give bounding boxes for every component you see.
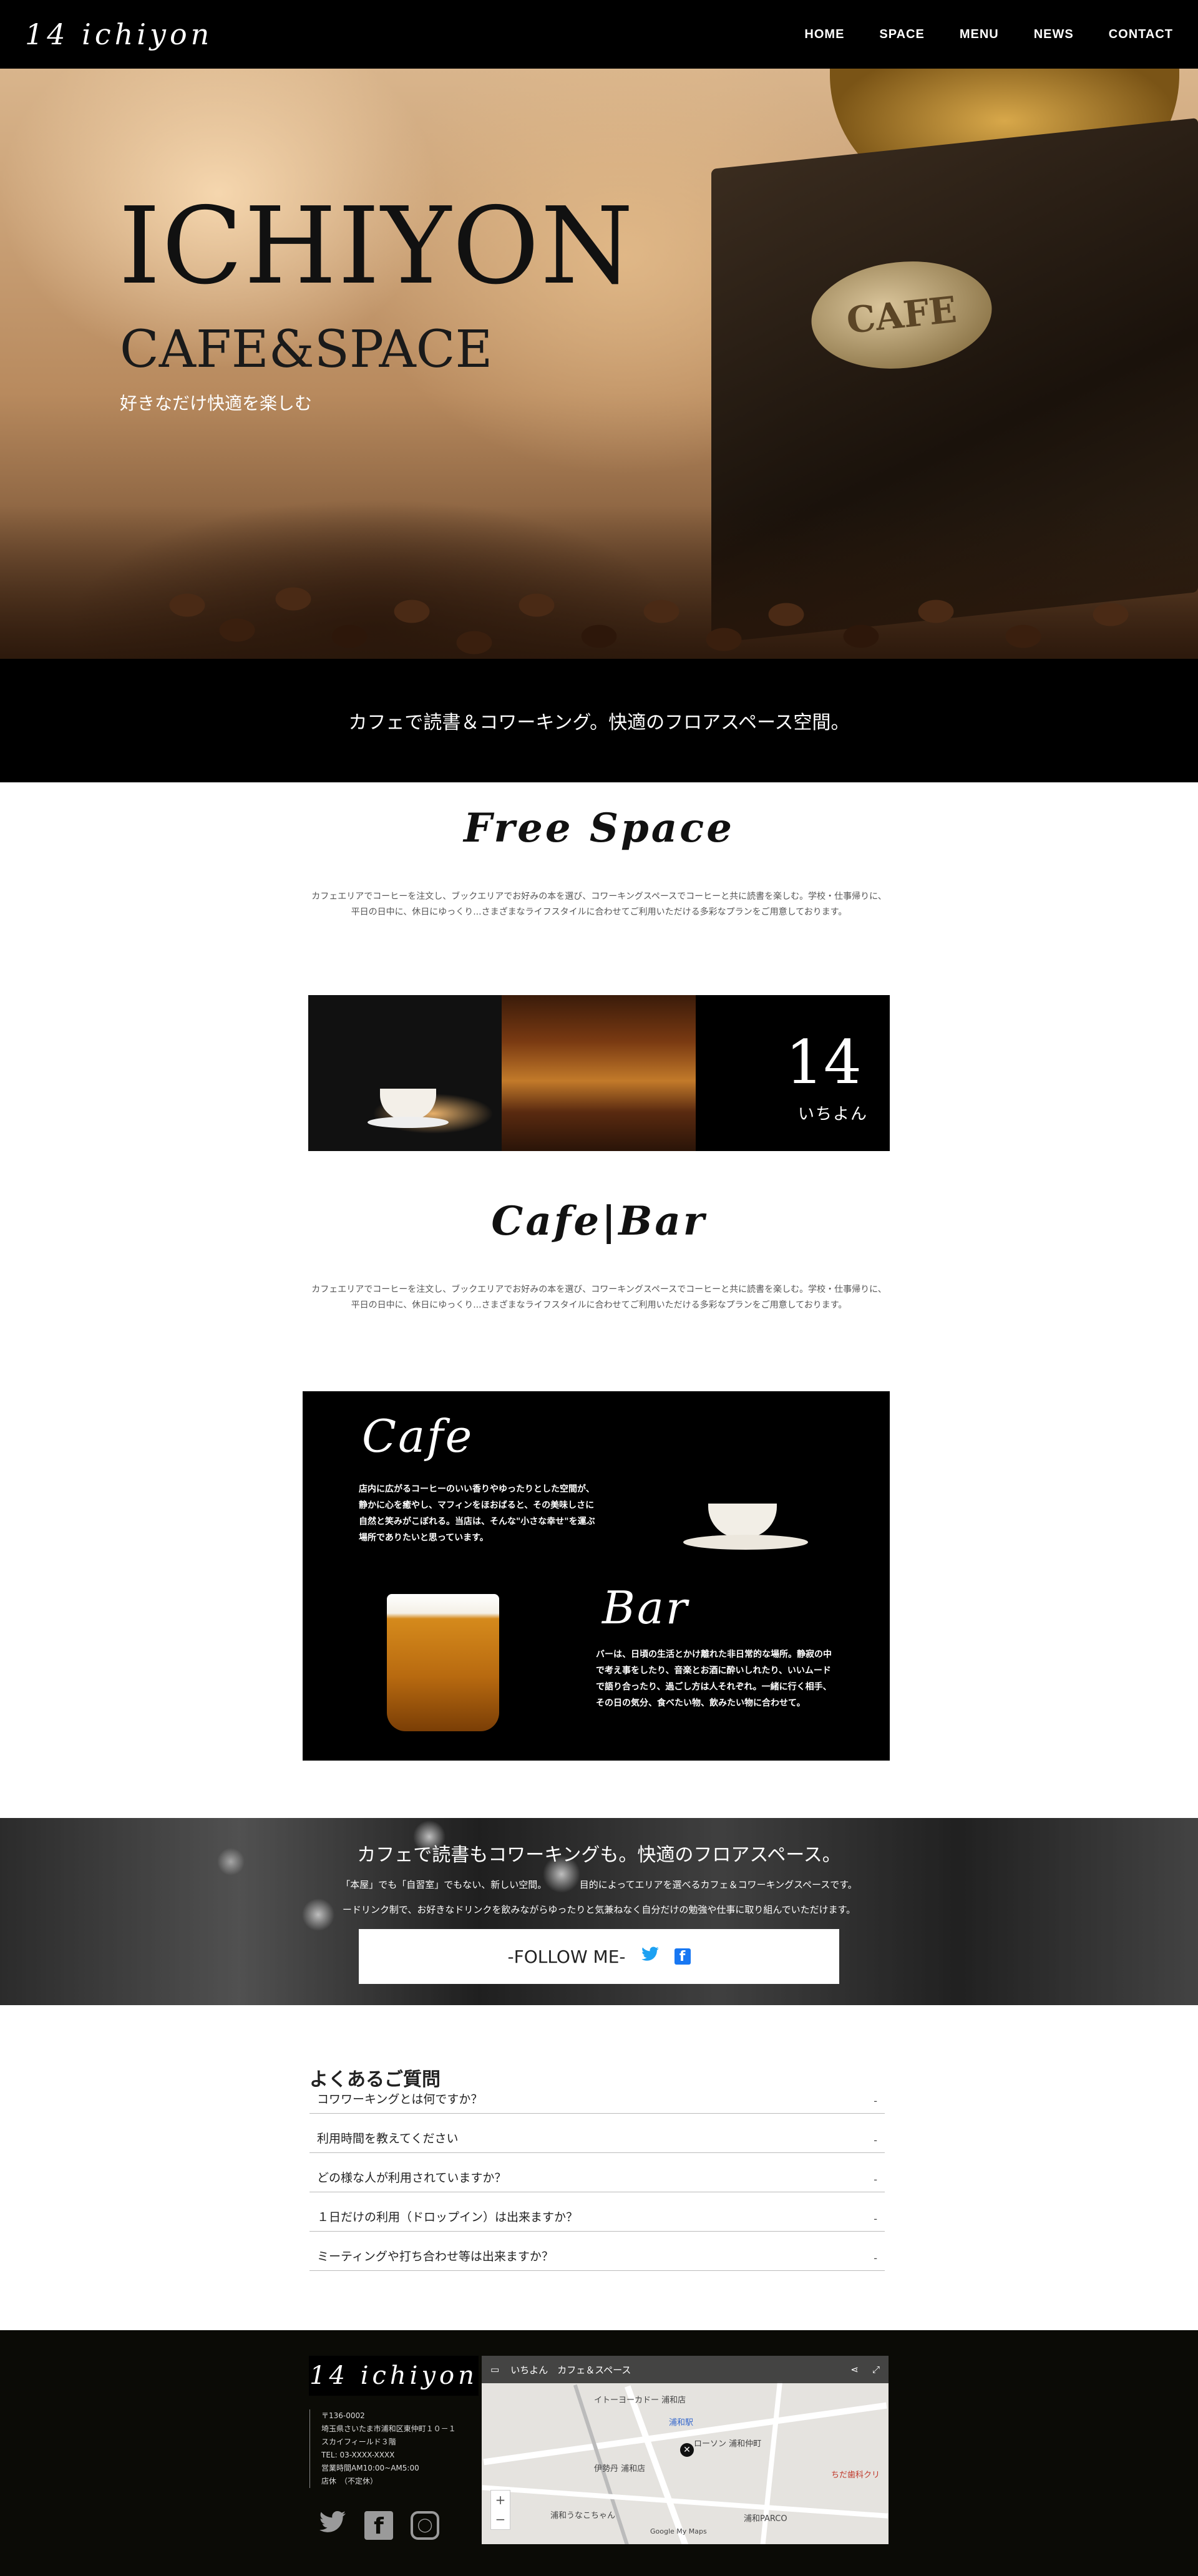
map-marker-icon[interactable]: ✕ xyxy=(680,2443,694,2457)
intro-band: カフェで読書＆コワーキング。快適のフロアスペース空間。 xyxy=(0,659,1198,782)
cup-shape xyxy=(380,1089,436,1120)
faq-item[interactable]: 利用時間を教えてください - xyxy=(309,2114,885,2153)
faq-question: コワワーキングとは何ですか？ xyxy=(317,2092,483,2106)
cafe-bar-heading: Cafe|Bar xyxy=(491,1198,707,1245)
faq-toggle-icon[interactable]: - xyxy=(874,2213,877,2225)
faq-item[interactable]: ミーティングや打ち合わせ等は出来ますか？ - xyxy=(309,2232,885,2271)
faq-item[interactable]: コワワーキングとは何ですか？ - xyxy=(309,2091,885,2114)
nav-news[interactable]: NEWS xyxy=(1034,27,1074,42)
map-label: ちだ歯科クリ xyxy=(831,2471,880,2480)
faq-title: よくあるご質問 xyxy=(309,2069,441,2091)
nav-home[interactable]: HOME xyxy=(804,27,844,42)
facebook-icon[interactable]: f xyxy=(674,1948,691,1965)
intro-band-text: カフェで読書＆コワーキング。快適のフロアスペース空間。 xyxy=(348,712,850,734)
faq-question: ミーティングや打ち合わせ等は出来ますか？ xyxy=(317,2250,553,2263)
footer-address: 〒136-0002 埼玉県さいたま市浦和区東仲町１０－１ スカイフィールド３階 … xyxy=(309,2409,456,2488)
address-holiday: 店休 （不定休） xyxy=(321,2477,378,2486)
faq-toggle-icon[interactable]: - xyxy=(874,2174,877,2185)
main-nav: HOME SPACE MENU NEWS CONTACT xyxy=(804,27,1173,42)
facebook-icon[interactable]: f xyxy=(364,2511,393,2540)
free-space-heading: Free Space xyxy=(464,805,734,852)
nav-contact[interactable]: CONTACT xyxy=(1109,27,1173,42)
address-postal: 〒136-0002 xyxy=(321,2411,365,2420)
cafe-cup-image xyxy=(683,1504,808,1553)
faq-list: コワワーキングとは何ですか？ - 利用時間を教えてください - どの様な人が利用… xyxy=(309,2091,885,2271)
hero-subtitle: CAFE&SPACE xyxy=(120,320,493,379)
hero-title: ICHIYON xyxy=(119,185,635,308)
address-tel: TEL: 03-XXXX-XXXX xyxy=(321,2451,395,2459)
map-label: 浦和うなこちゃん xyxy=(550,2511,616,2520)
faq-toggle-icon[interactable]: - xyxy=(874,2252,877,2264)
map-attribution: Google My Maps xyxy=(650,2527,707,2535)
hero-tagline: 好きなだけ快適を楽しむ xyxy=(120,393,313,414)
beer-glass-image xyxy=(387,1594,499,1731)
cafe-interior-photo xyxy=(502,995,696,1151)
map-toolbar: ▭ いちよん カフェ＆スペース ⋖ ⤢ xyxy=(482,2356,889,2383)
cafe-title: Cafe xyxy=(362,1410,474,1462)
faq-question: どの様な人が利用されていますか？ xyxy=(317,2171,507,2185)
coffee-cup-photo xyxy=(308,995,502,1151)
promo-line-1: 「本屋」でも「自習室」でもない、新しい空間。 目的によってエリアを選べるカフェ＆… xyxy=(341,1879,857,1890)
coffee-beans-image xyxy=(0,505,1198,659)
map-label: 浦和駅 xyxy=(669,2418,694,2428)
follow-me-button[interactable]: -FOLLOW ME- f xyxy=(359,1929,839,1984)
nav-menu[interactable]: MENU xyxy=(960,27,999,42)
map-label: 伊勢丹 浦和店 xyxy=(594,2464,646,2474)
promo-photo-band: カフェで読書もコワーキングも。快適のフロアスペース。 「本屋」でも「自習室」でも… xyxy=(0,1818,1198,2005)
free-space-photo-strip: 14 いちよん xyxy=(308,995,890,1151)
map-road xyxy=(482,2485,889,2519)
nav-space[interactable]: SPACE xyxy=(879,27,924,42)
hero-section: CAFE ICHIYON CAFE&SPACE 好きなだけ快適を楽しむ xyxy=(0,69,1198,659)
site-logo[interactable]: 14 ichiyon xyxy=(25,17,213,51)
map-zoom-control[interactable]: + − xyxy=(490,2490,510,2530)
cafe-bar-panel: Cafe 店内に広がるコーヒーのいい香りやゆったりとした空間が、静かに心を癒やし… xyxy=(303,1391,890,1761)
cafe-bar-text: カフェエリアでコーヒーを注文し、ブックエリアでお好みの本を選び、コワーキングスペ… xyxy=(311,1285,887,1310)
faq-toggle-icon[interactable]: - xyxy=(874,2095,877,2107)
share-icon[interactable]: ⋖ xyxy=(850,2364,859,2375)
brand-logo-number: 14 xyxy=(785,1028,862,1097)
site-footer: 14 ichiyon 〒136-0002 埼玉県さいたま市浦和区東仲町１０－１ … xyxy=(0,2330,1198,2576)
map-label: 浦和PARCO xyxy=(744,2514,787,2524)
map-layers-icon[interactable]: ▭ xyxy=(490,2364,499,2375)
bar-description: バーは、日頃の生活とかけ離れた非日常的な場所。静寂の中で考え事をしたり、音楽とお… xyxy=(596,1650,832,1708)
faq-item[interactable]: どの様な人が利用されていますか？ - xyxy=(309,2153,885,2192)
brand-logo-panel: 14 いちよん xyxy=(696,995,890,1151)
brand-logo-kana: いちよん xyxy=(797,1105,868,1124)
cafe-description: 店内に広がるコーヒーのいい香りやゆったりとした空間が、静かに心を癒やし、マフィン… xyxy=(359,1484,595,1543)
cafe-cup-shape xyxy=(708,1504,777,1538)
map-title[interactable]: いちよん カフェ＆スペース xyxy=(510,2363,631,2376)
promo-line-2: ードリンク制で、お好きなドリンクを飲みながらゆったりと気兼ねなく自分だけの勉強や… xyxy=(342,1904,856,1915)
embedded-map[interactable]: ▭ いちよん カフェ＆スペース ⋖ ⤢ イトーヨーカドー 浦和店 浦和駅 ローソ… xyxy=(482,2356,889,2544)
twitter-icon[interactable] xyxy=(641,1947,660,1967)
address-hours: 営業時間AM10:00~AM5:00 xyxy=(321,2464,419,2472)
address-building: スカイフィールド３階 xyxy=(321,2437,396,2446)
free-space-text: カフェエリアでコーヒーを注文し、ブックエリアでお好みの本を選び、コワーキングスペ… xyxy=(311,892,887,917)
bar-title: Bar xyxy=(602,1582,689,1634)
social-links: f ◯ xyxy=(318,2511,439,2540)
map-label: イトーヨーカドー 浦和店 xyxy=(594,2396,686,2405)
site-header: 14 ichiyon HOME SPACE MENU NEWS CONTACT xyxy=(0,0,1198,69)
follow-me-label: -FOLLOW ME- xyxy=(507,1946,626,1967)
faq-toggle-icon[interactable]: - xyxy=(874,2134,877,2146)
instagram-icon[interactable]: ◯ xyxy=(411,2511,439,2540)
fullscreen-icon[interactable]: ⤢ xyxy=(872,2364,880,2375)
cafe-saucer-shape xyxy=(683,1535,808,1550)
faq-question: 利用時間を教えてください xyxy=(317,2132,459,2146)
promo-heading: カフェで読書もコワーキングも。快適のフロアスペース。 xyxy=(357,1844,841,1866)
twitter-icon[interactable] xyxy=(318,2511,347,2540)
address-street: 埼玉県さいたま市浦和区東仲町１０－１ xyxy=(321,2424,456,2433)
saucer-shape xyxy=(368,1117,449,1128)
faq-question: １日だけの利用（ドロップイン）は出来ますか？ xyxy=(317,2210,578,2224)
map-label: ローソン 浦和仲町 xyxy=(694,2439,762,2449)
faq-item[interactable]: １日だけの利用（ドロップイン）は出来ますか？ - xyxy=(309,2192,885,2232)
footer-logo[interactable]: 14 ichiyon xyxy=(309,2356,479,2396)
